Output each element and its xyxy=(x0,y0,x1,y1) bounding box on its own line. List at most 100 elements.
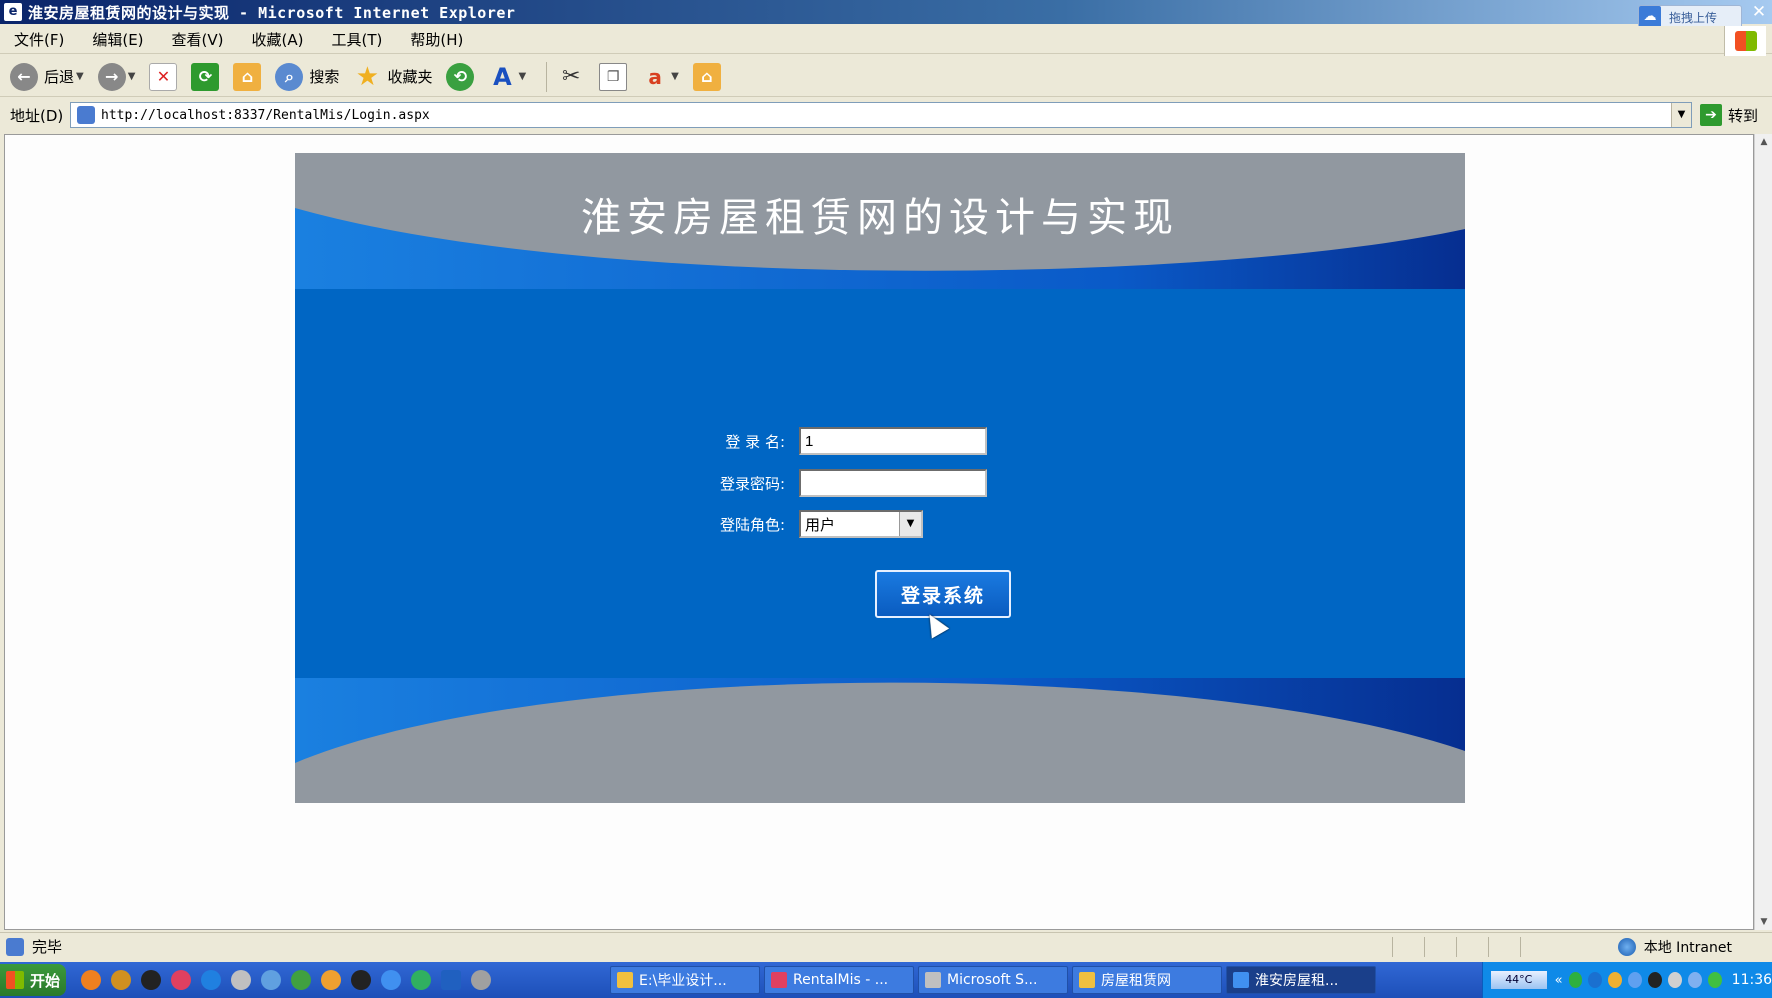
tray-umbrella-icon[interactable] xyxy=(1707,972,1722,988)
chevron-down-icon[interactable]: ▼ xyxy=(899,512,921,536)
qq-penguin-icon-2[interactable] xyxy=(351,970,372,990)
task-label: 房屋租赁网 xyxy=(1101,973,1172,989)
scissors-icon: ✂ xyxy=(561,64,581,89)
task-label: E:\毕业设计... xyxy=(639,973,727,989)
tray-icon-3[interactable] xyxy=(1608,972,1623,988)
font-size-dropdown-icon[interactable]: ▼ xyxy=(518,71,526,82)
editor-icon[interactable] xyxy=(441,970,462,990)
system-tray: 44°C « 11:36 xyxy=(1482,962,1772,998)
go-arrow-icon: ➔ xyxy=(1700,104,1722,126)
back-dropdown-icon[interactable]: ▼ xyxy=(76,71,84,82)
forward-button[interactable]: → ▼ xyxy=(96,60,138,94)
task-label: 淮安房屋租... xyxy=(1255,973,1339,989)
search-icon: ⌕ xyxy=(275,62,304,91)
task-rental-site[interactable]: 房屋租赁网 xyxy=(1072,966,1223,994)
login-submit-button[interactable]: 登录系统 xyxy=(875,570,1011,618)
close-window-button[interactable]: ✕ xyxy=(1748,1,1770,23)
home-icon: ⌂ xyxy=(233,62,262,91)
home-alt-button[interactable]: ⌂ xyxy=(691,60,723,94)
globe-icon xyxy=(1617,938,1636,956)
search-button[interactable]: ⌕ 搜索 xyxy=(273,60,341,94)
back-button[interactable]: ← 后退 ▼ xyxy=(8,60,86,94)
address-input[interactable]: http://localhost:8337/RentalMis/Login.as… xyxy=(70,102,1692,128)
network-icon[interactable] xyxy=(291,970,312,990)
tool-icon[interactable] xyxy=(471,970,492,990)
tray-icon-6[interactable] xyxy=(1667,972,1682,988)
go-button[interactable]: ➔ 转到 xyxy=(1700,104,1758,126)
scroll-down-icon[interactable]: ▼ xyxy=(1755,914,1772,930)
translate-dropdown-icon[interactable]: ▼ xyxy=(671,71,679,82)
back-label: 后退 xyxy=(44,68,75,86)
history-button[interactable]: ⟲ xyxy=(444,60,476,94)
stop-button[interactable]: ✕ xyxy=(147,60,179,94)
browser-icon[interactable] xyxy=(261,970,282,990)
temperature-widget: 44°C xyxy=(1491,971,1547,989)
clock: 11:36 xyxy=(1731,972,1772,988)
home-button[interactable]: ⌂ xyxy=(231,60,263,94)
media-player-icon[interactable] xyxy=(81,970,102,990)
role-select[interactable]: 用户 ▼ xyxy=(799,510,923,538)
task-huaian-rental[interactable]: 淮安房屋租... xyxy=(1226,966,1377,994)
login-name-input[interactable] xyxy=(799,427,987,455)
tiger-icon[interactable] xyxy=(111,970,132,990)
tray-network-icon[interactable] xyxy=(1687,972,1702,988)
app-icon[interactable] xyxy=(321,970,342,990)
login-name-label: 登 录 名: xyxy=(725,432,785,451)
translate-icon: a xyxy=(648,64,662,89)
font-size-button[interactable]: A ▼ xyxy=(486,60,528,94)
security-zone: 本地 Intranet xyxy=(1617,937,1732,957)
taskbar: 开始 E:\毕业设计... RentalMis - ... Microsoft … xyxy=(0,962,1772,998)
visual-studio-icon[interactable] xyxy=(171,970,192,990)
earth-icon[interactable] xyxy=(201,970,222,990)
upload-widget-label: 拖拽上传 xyxy=(1669,10,1718,25)
address-dropdown-icon[interactable]: ▼ xyxy=(1671,103,1691,127)
search-label: 搜索 xyxy=(309,68,340,86)
address-url[interactable]: http://localhost:8337/RentalMis/Login.as… xyxy=(101,108,430,123)
vs-icon xyxy=(771,972,788,988)
menu-tools[interactable]: 工具(T) xyxy=(317,29,396,50)
role-selected-value: 用户 xyxy=(805,515,836,534)
copy-button[interactable]: ❐ xyxy=(597,60,629,94)
refresh-icon: ⟳ xyxy=(191,62,220,91)
translate-button[interactable]: a ▼ xyxy=(639,60,681,94)
password-label: 登录密码: xyxy=(719,474,785,493)
windows-flag-icon xyxy=(1734,31,1757,51)
task-label: Microsoft S... xyxy=(947,972,1038,988)
password-input[interactable] xyxy=(799,469,987,497)
tray-icon-1[interactable] xyxy=(1568,972,1583,988)
menu-edit[interactable]: 编辑(E) xyxy=(78,29,157,50)
tray-expand-icon[interactable]: « xyxy=(1555,973,1563,988)
task-microsoft[interactable]: Microsoft S... xyxy=(918,966,1069,994)
player-icon[interactable] xyxy=(411,970,432,990)
menu-favorites[interactable]: 收藏(A) xyxy=(238,29,318,50)
menu-help[interactable]: 帮助(H) xyxy=(396,29,477,50)
task-label: RentalMis - ... xyxy=(793,972,889,988)
scroll-up-icon[interactable]: ▲ xyxy=(1755,134,1772,150)
vertical-scrollbar[interactable]: ▲ ▼ xyxy=(1754,134,1772,930)
printer-icon[interactable] xyxy=(231,970,252,990)
task-explorer[interactable]: E:\毕业设计... xyxy=(610,966,761,994)
history-icon: ⟲ xyxy=(446,62,475,91)
cut-button[interactable]: ✂ xyxy=(555,60,587,94)
role-row: 登陆角色: 用户 ▼ xyxy=(685,510,923,538)
status-cells xyxy=(1392,937,1552,957)
menu-view[interactable]: 查看(V) xyxy=(158,29,238,50)
status-bar: 完毕 本地 Intranet xyxy=(0,932,1772,960)
tray-icon-4[interactable] xyxy=(1628,972,1643,988)
refresh-button[interactable]: ⟳ xyxy=(189,60,221,94)
ie-icon[interactable] xyxy=(381,970,402,990)
folder-icon xyxy=(617,972,634,988)
qq-penguin-icon[interactable] xyxy=(141,970,162,990)
task-rentalmis[interactable]: RentalMis - ... xyxy=(764,966,915,994)
login-name-row: 登 录 名: xyxy=(685,427,987,455)
role-label: 登陆角色: xyxy=(719,515,785,534)
forward-dropdown-icon[interactable]: ▼ xyxy=(128,71,136,82)
favorites-button[interactable]: ★ 收藏夹 xyxy=(351,60,434,94)
menu-file[interactable]: 文件(F) xyxy=(0,29,78,50)
font-size-icon: A xyxy=(493,62,512,91)
house-icon: ⌂ xyxy=(692,62,721,91)
tray-icon-2[interactable] xyxy=(1588,972,1603,988)
start-button[interactable]: 开始 xyxy=(0,964,67,996)
tray-qq-icon[interactable] xyxy=(1648,972,1662,988)
address-bar: 地址(D) http://localhost:8337/RentalMis/Lo… xyxy=(0,99,1772,131)
